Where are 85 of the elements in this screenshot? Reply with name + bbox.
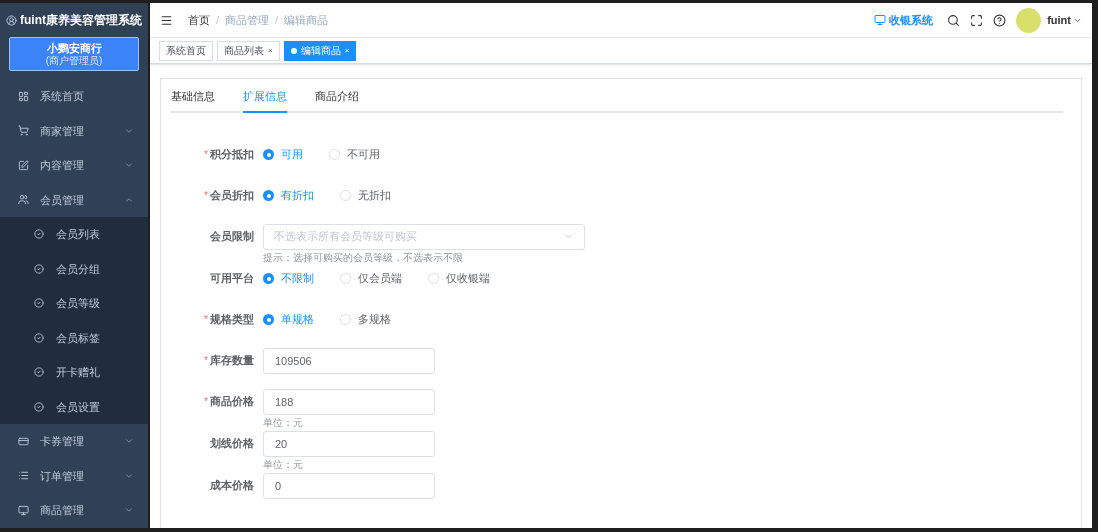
required-mark: *: [204, 313, 208, 327]
radio-button[interactable]: [340, 314, 351, 325]
menu-item[interactable]: 系统首页: [0, 79, 148, 114]
radio-label[interactable]: 有折扣: [281, 187, 314, 204]
radio-button[interactable]: [263, 149, 274, 160]
radio-button[interactable]: [340, 273, 351, 284]
list-icon: [18, 470, 29, 482]
menu-item[interactable]: 订单管理: [0, 458, 148, 493]
field-label: 可用平台: [210, 271, 254, 287]
radio-button[interactable]: [263, 190, 274, 201]
input-field[interactable]: 188: [263, 388, 435, 415]
radio-label[interactable]: 多规格: [358, 311, 391, 328]
monitor-icon: [874, 14, 887, 26]
monitor-icon: [18, 504, 29, 516]
input-field[interactable]: 20: [263, 430, 435, 457]
field-label: 库存数量: [210, 353, 254, 369]
breadcrumb-separator: /: [275, 12, 279, 28]
field-label: 会员限制: [210, 229, 254, 245]
help-icon[interactable]: [993, 13, 1007, 27]
radio-button[interactable]: [428, 273, 439, 284]
input-field[interactable]: 109506: [263, 347, 435, 374]
cart-icon: [18, 125, 29, 137]
required-mark: *: [204, 148, 208, 162]
circle-check-icon: [34, 367, 44, 378]
field-label: 商品价格: [210, 394, 254, 410]
submenu-item[interactable]: 会员设置: [0, 389, 148, 424]
menu-icon[interactable]: [160, 13, 173, 27]
menu-item[interactable]: 商品管理: [0, 493, 148, 528]
required-mark: *: [204, 189, 208, 203]
radio-button[interactable]: [263, 314, 274, 325]
merchant-card[interactable]: 小鹦安商行 (商户管理员): [9, 37, 139, 71]
circle-check-icon: [34, 229, 44, 240]
circle-check-icon: [34, 263, 44, 274]
app-title: fuint康养美容管理系统: [20, 12, 142, 29]
close-icon[interactable]: ×: [268, 44, 273, 57]
radio-button[interactable]: [340, 190, 351, 201]
circle-check-icon: [34, 332, 44, 343]
menu-item[interactable]: 卡券管理: [0, 424, 148, 459]
merchant-role: (商户管理员): [45, 55, 103, 66]
field-label: 划线价格: [210, 436, 254, 452]
radio-button[interactable]: [329, 149, 340, 160]
field-hint: 提示：选择可购买的会员等级，不选表示不限: [263, 251, 464, 264]
circle-check-icon: [34, 298, 44, 309]
card-icon: [18, 435, 29, 447]
radio-label[interactable]: 可用: [281, 146, 303, 163]
page-tag[interactable]: 系统首页: [159, 40, 213, 61]
logo-icon: [6, 14, 17, 26]
submenu-item[interactable]: 会员标签: [0, 320, 148, 355]
submenu-item[interactable]: 会员等级: [0, 286, 148, 321]
submenu-item[interactable]: 会员分组: [0, 251, 148, 286]
users-icon: [18, 194, 29, 206]
menu-item[interactable]: 内容管理: [0, 148, 148, 183]
tab[interactable]: 商品介绍: [315, 88, 359, 111]
tab[interactable]: 扩展信息: [243, 88, 287, 113]
radio-button[interactable]: [263, 273, 274, 284]
search-icon[interactable]: [947, 13, 961, 27]
page-tag[interactable]: 商品列表 ×: [217, 40, 280, 61]
radio-label[interactable]: 无折扣: [358, 187, 391, 204]
menu-item[interactable]: 商家管理: [0, 113, 148, 148]
input-field[interactable]: 0: [263, 472, 435, 499]
field-label: 积分抵扣: [210, 147, 254, 163]
circle-check-icon: [34, 401, 44, 412]
field-label: 规格类型: [210, 312, 254, 328]
radio-label[interactable]: 仅收银端: [446, 270, 490, 287]
username[interactable]: fuint: [1047, 11, 1071, 29]
radio-label[interactable]: 仅会员端: [358, 270, 402, 287]
dashboard-icon: [18, 90, 29, 102]
submenu-item[interactable]: 开卡赠礼: [0, 355, 148, 390]
field-hint: 单位：元: [263, 458, 304, 471]
required-mark: *: [204, 354, 208, 368]
submenu-item[interactable]: 会员列表: [0, 217, 148, 252]
field-label: 成本价格: [210, 478, 254, 494]
fullscreen-icon[interactable]: [970, 13, 984, 27]
edit-icon: [18, 159, 29, 171]
merchant-name: 小鹦安商行: [46, 42, 102, 55]
breadcrumb-item: 商品管理: [225, 12, 270, 28]
field-label: 会员折扣: [210, 188, 254, 204]
menu-item[interactable]: 会员管理: [0, 182, 148, 217]
breadcrumb-item[interactable]: 首页: [188, 11, 210, 29]
radio-label[interactable]: 不可用: [347, 146, 380, 163]
breadcrumb-separator: /: [216, 12, 220, 28]
tab[interactable]: 基础信息: [171, 88, 215, 111]
field-hint: 单位：元: [263, 416, 304, 429]
breadcrumb-item: 编辑商品: [284, 12, 329, 28]
required-mark: *: [204, 395, 208, 409]
